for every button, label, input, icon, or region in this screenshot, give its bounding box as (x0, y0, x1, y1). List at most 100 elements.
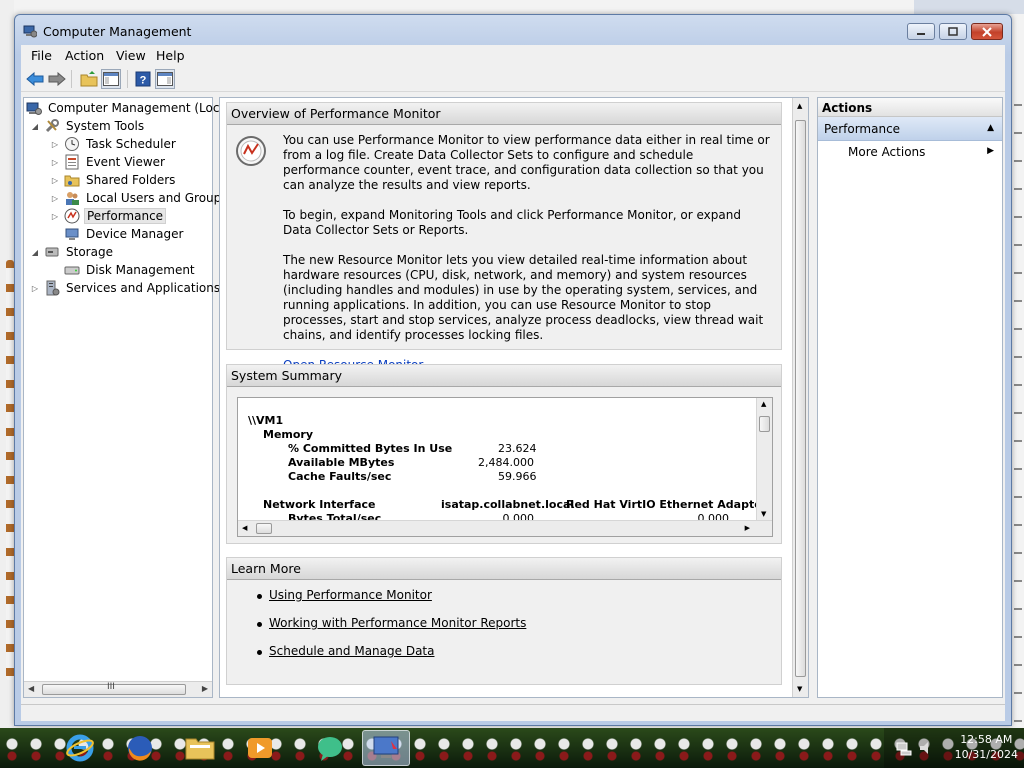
scroll-up-arrow-icon[interactable]: ▲ (761, 400, 766, 408)
chat-icon (318, 737, 342, 761)
collapsed-arrow-icon[interactable]: ▷ (50, 194, 60, 203)
forward-button[interactable] (47, 69, 67, 89)
event-viewer-icon (65, 154, 79, 170)
window-client-area: File Action View Help ? Computer Managem… (21, 45, 1005, 721)
back-button[interactable] (25, 69, 45, 89)
tree-item-storage[interactable]: ◢ Storage (30, 243, 115, 261)
system-summary-section: System Summary \\VM1 Memory % Committed … (226, 364, 782, 544)
taskbar-remote-desktop[interactable] (362, 730, 410, 766)
overview-header[interactable]: Overview of Performance Monitor (227, 103, 781, 125)
tree-item-disk-management[interactable]: Disk Management (64, 261, 197, 279)
clock[interactable]: 12:58 AM 10/31/2024 (955, 732, 1018, 762)
results-vertical-scrollbar[interactable]: ▲ ▼ (792, 98, 808, 697)
tree-item-local-users-and-groups[interactable]: ▷ Local Users and Groups (50, 189, 230, 207)
scrollbar-thumb[interactable]: III (42, 682, 186, 695)
scroll-right-arrow-icon[interactable]: ▶ (202, 684, 208, 693)
summary-counter-value: 0.000 (697, 512, 730, 520)
scrollbar-thumb[interactable] (795, 120, 806, 677)
summary-vertical-scrollbar[interactable]: ▲ ▼ (756, 398, 772, 520)
taskbar-chat[interactable] (306, 730, 354, 766)
volume-icon[interactable] (918, 740, 934, 756)
expanded-arrow-icon[interactable]: ◢ (30, 248, 40, 257)
collapsed-arrow-icon[interactable]: ▷ (50, 212, 60, 221)
actions-pane: Actions Performance ▲ More Actions ▶ (817, 97, 1003, 698)
taskbar-file-explorer[interactable] (176, 730, 224, 766)
list-item: Schedule and Manage Data (257, 644, 781, 672)
actions-section-performance[interactable]: Performance ▲ (818, 117, 1002, 141)
tree-item-device-manager[interactable]: Device Manager (64, 225, 185, 243)
tree-item-root[interactable]: Computer Management (Local (26, 99, 232, 117)
summary-network-column: Red Hat VirtIO Ethernet Adapter (566, 498, 756, 511)
menu-action[interactable]: Action (65, 48, 104, 63)
scrollbar-thumb[interactable] (256, 523, 272, 534)
menu-view[interactable]: View (116, 48, 146, 63)
performance-monitor-icon (236, 136, 266, 166)
show-hide-action-pane-button[interactable] (155, 69, 175, 89)
tree-horizontal-scrollbar[interactable]: ◀ III ▶ (24, 681, 212, 697)
close-icon (982, 26, 992, 37)
expanded-arrow-icon[interactable]: ◢ (30, 122, 40, 131)
tree-item-system-tools[interactable]: ◢ System Tools (30, 117, 146, 135)
results-pane: Overview of Performance Monitor You can … (219, 97, 809, 698)
taskbar: 12:58 AM 10/31/2024 (0, 728, 1024, 768)
tree-label: Local Users and Groups (86, 191, 228, 205)
system-summary-header[interactable]: System Summary (227, 365, 781, 387)
collapse-arrow-icon[interactable]: ▲ (987, 123, 994, 133)
show-hide-console-tree-button[interactable] (101, 69, 121, 89)
media-player-icon (248, 738, 272, 758)
maximize-button[interactable] (939, 23, 967, 40)
scroll-down-arrow-icon[interactable]: ▼ (797, 685, 802, 693)
summary-counter-name: % Committed Bytes In Use (288, 442, 453, 455)
collapsed-arrow-icon[interactable]: ▷ (50, 176, 60, 185)
close-button[interactable] (971, 23, 1003, 40)
collapsed-arrow-icon[interactable]: ▷ (50, 140, 60, 149)
scrollbar-thumb[interactable] (759, 416, 770, 432)
remote-desktop-icon (373, 736, 399, 758)
up-one-level-button[interactable] (79, 69, 99, 89)
summary-counter-name: Bytes Total/sec (288, 512, 382, 520)
show-hide-tree-icon (103, 72, 119, 86)
menu-bar: File Action View Help (21, 45, 1005, 65)
collapsed-arrow-icon[interactable]: ▷ (50, 158, 60, 167)
using-performance-monitor-link[interactable]: Using Performance Monitor (269, 588, 432, 602)
taskbar-firefox[interactable] (116, 730, 164, 766)
learn-more-header[interactable]: Learn More (227, 558, 781, 580)
summary-memory-label: Memory (263, 428, 314, 441)
learn-more-list: Using Performance Monitor Working with P… (227, 580, 781, 672)
status-bar (21, 704, 1005, 721)
system-tray: 12:58 AM 10/31/2024 (884, 728, 1024, 768)
taskbar-internet-explorer[interactable] (56, 730, 104, 766)
scroll-up-arrow-icon[interactable]: ▲ (797, 102, 802, 110)
help-icon: ? (135, 71, 151, 87)
tree-item-performance[interactable]: ▷ Performance (50, 207, 167, 225)
maximize-icon (948, 27, 958, 36)
title-bar[interactable]: Computer Management (15, 15, 1011, 45)
back-arrow-icon (26, 72, 44, 86)
scroll-right-arrow-icon[interactable]: ▶ (745, 524, 750, 532)
summary-counter-value: 23.624 (498, 442, 537, 455)
list-item: Working with Performance Monitor Reports (257, 616, 781, 644)
tree-label: Computer Management (Local (48, 101, 231, 115)
taskbar-media-player[interactable] (236, 730, 284, 766)
summary-horizontal-scrollbar[interactable]: ◀ ▶ (238, 520, 772, 536)
menu-help[interactable]: Help (156, 48, 185, 63)
help-button[interactable]: ? (133, 69, 153, 89)
schedule-and-manage-data-link[interactable]: Schedule and Manage Data (269, 644, 434, 658)
working-with-reports-link[interactable]: Working with Performance Monitor Reports (269, 616, 526, 630)
more-actions-item[interactable]: More Actions ▶ (818, 141, 1002, 163)
tree-item-task-scheduler[interactable]: ▷ Task Scheduler (50, 135, 178, 153)
scroll-left-arrow-icon[interactable]: ◀ (242, 524, 247, 532)
tree-item-event-viewer[interactable]: ▷ Event Viewer (50, 153, 167, 171)
tree-item-services-and-applications[interactable]: ▷ Services and Applications (30, 279, 222, 297)
minimize-button[interactable] (907, 23, 935, 40)
actions-header: Actions (818, 98, 1002, 117)
services-icon (46, 280, 60, 296)
scroll-left-arrow-icon[interactable]: ◀ (28, 684, 34, 693)
scroll-down-arrow-icon[interactable]: ▼ (761, 510, 766, 518)
actions-section-label: Performance (824, 122, 901, 136)
menu-file[interactable]: File (31, 48, 52, 63)
device-manager-icon (65, 228, 79, 240)
tree-item-shared-folders[interactable]: ▷ Shared Folders (50, 171, 177, 189)
collapsed-arrow-icon[interactable]: ▷ (30, 284, 40, 293)
network-icon[interactable] (896, 740, 912, 756)
